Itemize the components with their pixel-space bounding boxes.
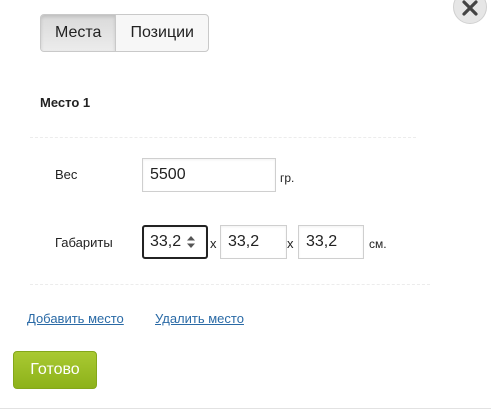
tab-places[interactable]: Места <box>41 15 117 51</box>
dimensions-label: Габариты <box>55 235 113 250</box>
weight-input[interactable] <box>142 158 276 192</box>
close-button[interactable] <box>453 0 487 24</box>
weight-unit: гр. <box>280 171 295 185</box>
weight-label: Вес <box>55 167 78 182</box>
add-place-link[interactable]: Добавить место <box>27 311 124 326</box>
done-button[interactable]: Готово <box>13 351 97 389</box>
dimension-separator: x <box>287 236 294 251</box>
tab-positions[interactable]: Позиции <box>116 15 208 51</box>
dialog: Места Позиции Место 1 Вес гр. Габариты x… <box>0 0 491 410</box>
spinner-arrows-icon[interactable] <box>186 235 196 249</box>
footer-divider <box>0 408 491 409</box>
place-title: Место 1 <box>40 95 91 110</box>
dimension-separator: x <box>210 236 217 251</box>
divider <box>30 137 416 138</box>
dimension-height-input[interactable] <box>298 225 364 259</box>
tab-bar: Места Позиции <box>40 14 209 52</box>
close-icon <box>462 0 478 16</box>
dimension-width-input[interactable] <box>220 225 287 259</box>
dimensions-unit: см. <box>369 237 387 251</box>
dimension-length-input[interactable] <box>142 225 208 259</box>
divider <box>30 284 430 285</box>
remove-place-link[interactable]: Удалить место <box>155 311 244 326</box>
